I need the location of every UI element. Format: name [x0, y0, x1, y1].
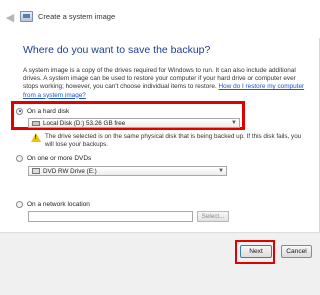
hard-drive-icon — [32, 120, 40, 126]
dvd-label: On one or more DVDs — [27, 154, 92, 162]
next-button[interactable]: Next — [240, 245, 272, 258]
dvd-selected-value: DVD RW Drive (E:) — [43, 167, 97, 175]
network-location-input[interactable] — [28, 211, 193, 222]
select-network-button[interactable]: Select... — [197, 211, 229, 222]
hard-disk-select[interactable]: Local Disk (D:) 53.26 GB free ▼ — [28, 118, 240, 128]
network-label: On a network location — [27, 200, 90, 208]
dvd-radio[interactable] — [16, 154, 23, 162]
back-arrow-icon[interactable]: ◀ — [4, 12, 16, 24]
description: A system image is a copy of the drives r… — [23, 67, 311, 100]
create-system-image-dialog: ◀ Create a system image Where do you wan… — [0, 0, 320, 295]
hard-disk-selected-value: Local Disk (D:) 53.26 GB free — [43, 119, 126, 127]
cancel-button[interactable]: Cancel — [281, 245, 312, 258]
chevron-down-icon[interactable]: ▼ — [231, 120, 237, 126]
window-title: Create a system image — [38, 12, 116, 21]
warning-mark: ! — [34, 134, 37, 141]
hard-disk-warning: The drive selected is on the same physic… — [45, 133, 302, 148]
hard-disk-radio[interactable] — [16, 107, 23, 115]
network-radio[interactable] — [16, 200, 23, 208]
hard-disk-label: On a hard disk — [27, 107, 70, 115]
dvd-option[interactable]: On one or more DVDs — [16, 153, 91, 163]
chevron-down-icon[interactable]: ▼ — [218, 168, 224, 174]
system-image-icon — [20, 11, 33, 22]
page-heading: Where do you want to save the backup? — [23, 44, 211, 56]
network-option[interactable]: On a network location — [16, 199, 90, 209]
dvd-drive-icon — [32, 168, 40, 174]
title-bar: ◀ Create a system image — [0, 0, 320, 38]
dvd-select[interactable]: DVD RW Drive (E:) ▼ — [28, 166, 227, 176]
hard-disk-option[interactable]: On a hard disk — [16, 106, 69, 116]
